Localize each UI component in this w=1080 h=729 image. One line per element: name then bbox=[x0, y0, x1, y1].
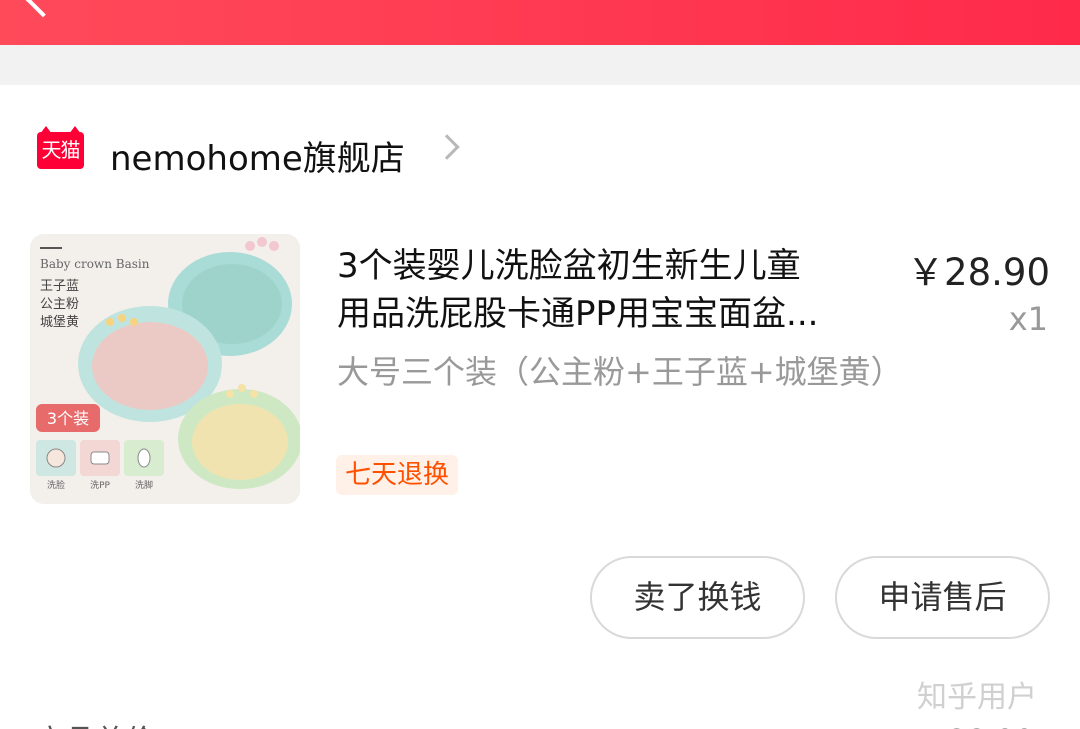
product-title[interactable]: 3个装婴儿洗脸盆初生新生儿童 用品洗屁股卡通PP用宝宝面盆... bbox=[337, 242, 882, 338]
product-thumbnail[interactable]: Baby crown Basin 王子蓝 公主粉 城堡黄 3个装 洗脸 洗PP … bbox=[30, 234, 300, 504]
image-label-blue: 王子蓝 bbox=[40, 279, 79, 294]
image-badge: 3个装 bbox=[47, 409, 89, 428]
image-label-yellow: 城堡黄 bbox=[40, 314, 79, 330]
product-title-line2: 用品洗屁股卡通PP用宝宝面盆... bbox=[337, 294, 819, 334]
summary-label: 商品总价 bbox=[35, 716, 155, 729]
image-header-text: Baby crown Basin bbox=[40, 257, 150, 271]
back-arrow-icon[interactable] bbox=[24, 0, 62, 18]
tmall-logo-icon: 天猫 bbox=[37, 126, 84, 169]
store-header[interactable]: 天猫 nemohome旗舰店 bbox=[0, 85, 1080, 220]
return-policy-tag: 七天退换 bbox=[336, 455, 459, 495]
section-divider bbox=[0, 45, 1080, 85]
image-label-pink: 公主粉 bbox=[40, 297, 79, 312]
product-quantity: x1 bbox=[1008, 300, 1048, 338]
product-variant: 大号三个装（公主粉+王子蓝+城堡黄） bbox=[337, 353, 903, 391]
top-navigation-bar bbox=[0, 0, 1080, 45]
chevron-right-icon[interactable] bbox=[434, 134, 460, 160]
sell-for-cash-button[interactable]: 卖了换钱 bbox=[590, 556, 805, 639]
image-caption-pp: 洗PP bbox=[90, 479, 110, 491]
image-caption-face: 洗脸 bbox=[47, 479, 65, 491]
watermark: 知乎用户 bbox=[917, 680, 1037, 715]
product-price: ￥28.90 bbox=[907, 251, 1050, 294]
image-caption-feet: 洗脚 bbox=[135, 479, 153, 491]
store-name[interactable]: nemohome旗舰店 bbox=[110, 131, 405, 180]
summary-value: ￥28.90 bbox=[918, 716, 1034, 729]
product-image: Baby crown Basin 王子蓝 公主粉 城堡黄 3个装 洗脸 洗PP … bbox=[30, 234, 300, 504]
product-title-line1: 3个装婴儿洗脸盆初生新生儿童 bbox=[337, 246, 801, 286]
after-sales-button[interactable]: 申请售后 bbox=[835, 556, 1050, 639]
